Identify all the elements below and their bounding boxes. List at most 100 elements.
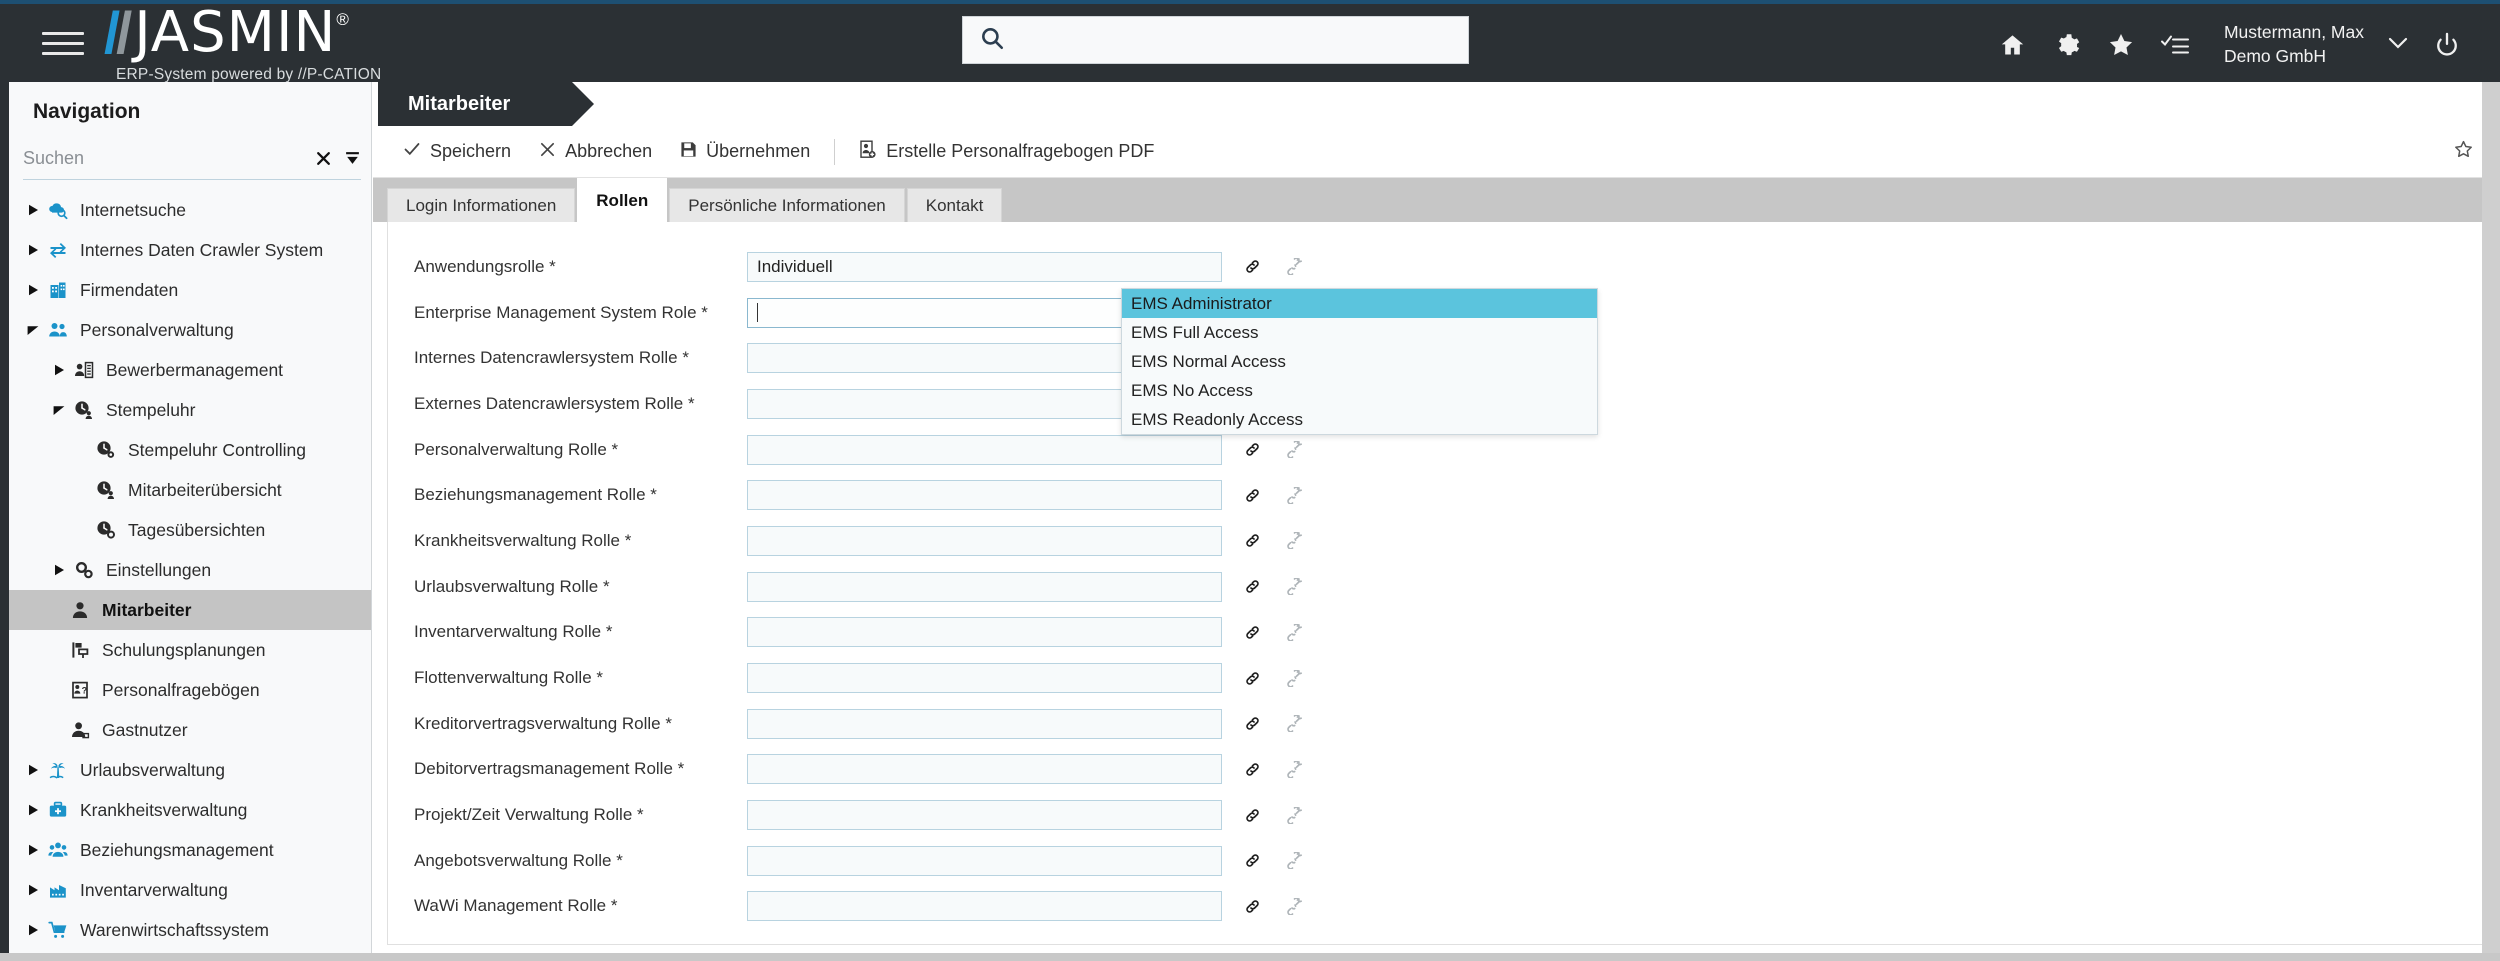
unlink-icon[interactable] — [1285, 807, 1302, 824]
link-icon[interactable] — [1244, 670, 1261, 687]
role-input[interactable] — [747, 800, 1222, 830]
content-scrollbar[interactable] — [2482, 82, 2500, 961]
power-icon[interactable] — [2420, 4, 2474, 86]
role-input[interactable] — [747, 846, 1222, 876]
sidebar-item-stempeluhr[interactable]: Stempeluhr — [9, 390, 371, 430]
sidebar-item-label: Internes Daten Crawler System — [80, 240, 323, 261]
search-icon — [979, 25, 1005, 56]
caret-right-icon[interactable] — [51, 362, 67, 378]
link-icon[interactable] — [1244, 761, 1261, 778]
link-icon[interactable] — [1244, 441, 1261, 458]
caret-right-icon[interactable] — [51, 562, 67, 578]
sidebar-item-inventarverwaltung[interactable]: Inventarverwaltung — [9, 870, 371, 910]
sidebar-item-label: Internetsuche — [80, 200, 186, 221]
caret-right-icon[interactable] — [25, 922, 41, 938]
link-icon[interactable] — [1244, 898, 1261, 915]
create-pdf-button[interactable]: Erstelle Personalfragebogen PDF — [845, 136, 1168, 168]
sidebar-item-internetsuche[interactable]: Internetsuche — [9, 190, 371, 230]
tab-pers-nliche-informationen[interactable]: Persönliche Informationen — [669, 188, 905, 222]
sidebar-item-krankheitsverwaltung[interactable]: Krankheitsverwaltung — [9, 790, 371, 830]
dropdown-option[interactable]: EMS Normal Access — [1122, 347, 1597, 376]
caret-right-icon[interactable] — [25, 882, 41, 898]
sidebar-item-personalverwaltung[interactable]: Personalverwaltung — [9, 310, 371, 350]
tab-kontakt[interactable]: Kontakt — [907, 188, 1003, 222]
unlink-icon[interactable] — [1285, 670, 1302, 687]
global-search-input[interactable] — [1005, 17, 1468, 63]
collapse-all-icon[interactable] — [344, 150, 361, 167]
sidebar-item-personalfrageb-gen[interactable]: ?Personalfragebögen — [9, 670, 371, 710]
sidebar-search-input[interactable] — [23, 148, 303, 169]
caret-right-icon[interactable] — [25, 242, 41, 258]
sidebar-item-einstellungen[interactable]: Einstellungen — [9, 550, 371, 590]
role-input[interactable] — [747, 617, 1222, 647]
sidebar-item-mitarbeiter[interactable]: Mitarbeiter — [9, 590, 371, 630]
caret-right-icon[interactable] — [25, 762, 41, 778]
gear-icon[interactable] — [2040, 4, 2094, 86]
role-input[interactable] — [747, 709, 1222, 739]
role-input[interactable]: Individuell — [747, 252, 1222, 282]
sidebar-item-stempeluhr-controlling[interactable]: Stempeluhr Controlling — [9, 430, 371, 470]
caret-down-icon[interactable] — [51, 402, 67, 418]
menu-toggle-button[interactable] — [42, 28, 84, 58]
unlink-icon[interactable] — [1285, 852, 1302, 869]
link-icon[interactable] — [1244, 715, 1261, 732]
unlink-icon[interactable] — [1285, 761, 1302, 778]
role-input[interactable] — [747, 663, 1222, 693]
unlink-icon[interactable] — [1285, 624, 1302, 641]
sidebar-item-urlaubsverwaltung[interactable]: Urlaubsverwaltung — [9, 750, 371, 790]
sidebar-item-gastnutzer[interactable]: Gastnutzer — [9, 710, 371, 750]
caret-down-icon[interactable] — [25, 322, 41, 338]
star-icon[interactable] — [2094, 4, 2148, 86]
sidebar-item-schulungsplanungen[interactable]: Schulungsplanungen — [9, 630, 371, 670]
role-input[interactable] — [747, 526, 1222, 556]
global-search-box[interactable] — [962, 16, 1469, 64]
sidebar-item-tages-bersichten[interactable]: Tagesübersichten — [9, 510, 371, 550]
tab-login-informationen[interactable]: Login Informationen — [387, 188, 575, 222]
link-icon[interactable] — [1244, 578, 1261, 595]
caret-right-icon[interactable] — [25, 202, 41, 218]
dropdown-option[interactable]: EMS Readonly Access — [1122, 405, 1597, 434]
unlink-icon[interactable] — [1285, 715, 1302, 732]
caret-right-icon[interactable] — [25, 802, 41, 818]
dropdown-option[interactable]: EMS No Access — [1122, 376, 1597, 405]
link-icon[interactable] — [1244, 487, 1261, 504]
dropdown-option[interactable]: EMS Administrator — [1122, 289, 1597, 318]
tasklist-icon[interactable] — [2148, 4, 2202, 86]
role-dropdown-list[interactable]: EMS AdministratorEMS Full AccessEMS Norm… — [1121, 288, 1598, 435]
link-icon[interactable] — [1244, 532, 1261, 549]
link-icon[interactable] — [1244, 852, 1261, 869]
favorite-star-icon[interactable] — [2453, 139, 2474, 165]
caret-right-icon[interactable] — [25, 282, 41, 298]
clear-search-icon[interactable] — [315, 150, 332, 167]
brand-logo[interactable]: / / JASMIN ® ERP-System powered by //P-C… — [104, 5, 381, 84]
tab-rollen[interactable]: Rollen — [577, 178, 667, 222]
sidebar-item-internes-daten-crawler-system[interactable]: Internes Daten Crawler System — [9, 230, 371, 270]
sidebar-item-mitarbeiter-bersicht[interactable]: Mitarbeiterübersicht — [9, 470, 371, 510]
sidebar-item-warenwirtschaftssystem[interactable]: Warenwirtschaftssystem — [9, 910, 371, 950]
home-icon[interactable] — [1986, 4, 2040, 86]
unlink-icon[interactable] — [1285, 487, 1302, 504]
unlink-icon[interactable] — [1285, 532, 1302, 549]
user-menu[interactable]: Mustermann, Max Demo GmbH — [2224, 21, 2410, 68]
sidebar-item-beziehungsmanagement[interactable]: Beziehungsmanagement — [9, 830, 371, 870]
sidebar-item-firmendaten[interactable]: Firmendaten — [9, 270, 371, 310]
unlink-icon[interactable] — [1285, 898, 1302, 915]
role-input[interactable] — [747, 435, 1222, 465]
apply-button[interactable]: Übernehmen — [666, 137, 824, 167]
role-input[interactable] — [747, 891, 1222, 921]
role-input[interactable] — [747, 480, 1222, 510]
link-icon[interactable] — [1244, 807, 1261, 824]
role-input[interactable] — [747, 572, 1222, 602]
unlink-icon[interactable] — [1285, 258, 1302, 275]
unlink-icon[interactable] — [1285, 441, 1302, 458]
sidebar-item-bewerbermanagement[interactable]: Bewerbermanagement — [9, 350, 371, 390]
cancel-button[interactable]: Abbrechen — [525, 137, 666, 167]
link-icon[interactable] — [1244, 258, 1261, 275]
unlink-icon[interactable] — [1285, 578, 1302, 595]
sidebar-item-label: Personalfragebögen — [102, 680, 260, 701]
role-input[interactable] — [747, 754, 1222, 784]
caret-right-icon[interactable] — [25, 842, 41, 858]
link-icon[interactable] — [1244, 624, 1261, 641]
dropdown-option[interactable]: EMS Full Access — [1122, 318, 1597, 347]
save-button[interactable]: Speichern — [389, 136, 525, 167]
